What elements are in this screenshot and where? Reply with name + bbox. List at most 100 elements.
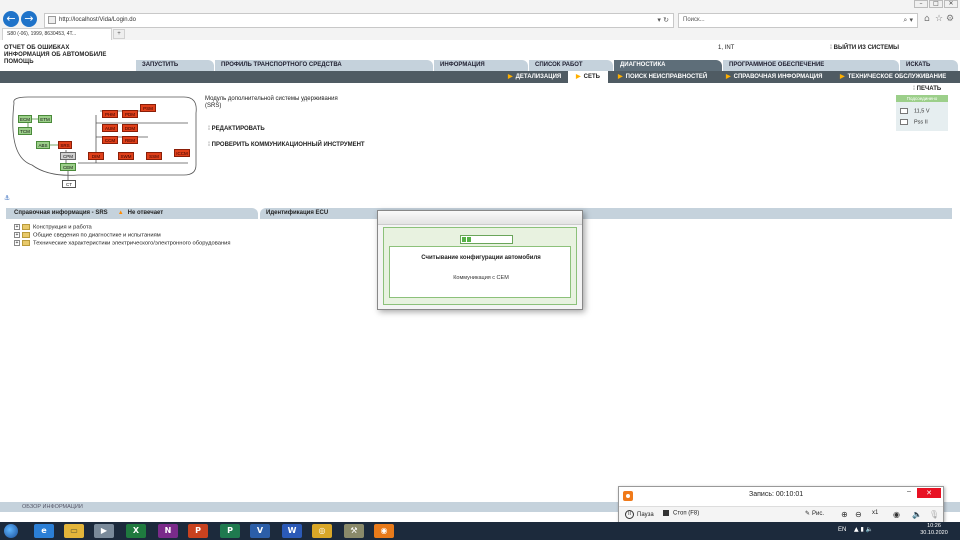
- media-icon[interactable]: ▶: [94, 524, 114, 538]
- etm-node[interactable]: ETM: [38, 115, 52, 123]
- speaker-icon[interactable]: 🔈: [912, 510, 922, 519]
- powerpoint-icon[interactable]: P: [188, 524, 208, 538]
- recorder-minimize-button[interactable]: –: [903, 488, 915, 497]
- tree-item[interactable]: + Общие сведения по диагностике и испытан…: [14, 232, 161, 239]
- tcm-node[interactable]: TCM: [18, 127, 32, 135]
- stop-button[interactable]: Стоп (F8): [663, 510, 699, 517]
- expand-icon[interactable]: +: [14, 232, 20, 238]
- user-label: 1, INT: [718, 45, 735, 51]
- clock[interactable]: 10:26 30.10.2020: [912, 523, 956, 537]
- clock-date: 30.10.2020: [920, 530, 948, 536]
- phm-node[interactable]: PHM: [102, 110, 118, 118]
- psm-node[interactable]: PSM: [140, 104, 156, 112]
- expand-icon[interactable]: +: [14, 224, 20, 230]
- ssm-node[interactable]: SSM: [146, 152, 162, 160]
- ccm-node[interactable]: CCM: [102, 136, 118, 144]
- ddm-node[interactable]: DDM: [122, 124, 138, 132]
- voltage-row: 11,5 V: [900, 108, 930, 114]
- verify-tool-link[interactable]: ⁞ ПРОВЕРИТЬ КОММУНИКАЦИОННЫЙ ИНСТРУМЕНТ: [208, 142, 365, 148]
- chrome-icon[interactable]: ◎: [312, 524, 332, 538]
- main-nav: ЗАПУСТИТЬ ПРОФИЛЬ ТРАНСПОРТНОГО СРЕДСТВА…: [0, 60, 960, 71]
- ct-node[interactable]: CT: [62, 180, 76, 188]
- rem-node[interactable]: REM: [122, 136, 138, 144]
- close-window-button[interactable]: ✕: [944, 0, 958, 8]
- favorites-icon[interactable]: ☆: [935, 14, 943, 24]
- microphone-icon[interactable]: 🎙: [929, 510, 939, 519]
- search-input[interactable]: Поиск... ⌕ ▾: [678, 13, 918, 28]
- language-indicator[interactable]: EN: [838, 527, 846, 533]
- swm-node[interactable]: SWM: [118, 152, 134, 160]
- tab-diagnostics[interactable]: ДИАГНОСТИКА: [614, 60, 722, 71]
- vehicle-info-link[interactable]: ИНФОРМАЦИЯ ОБ АВТОМОБИЛЕ: [4, 52, 107, 59]
- srs-node[interactable]: SRS: [58, 141, 72, 149]
- cpm-node[interactable]: CPM: [60, 152, 76, 160]
- logout-link[interactable]: ⁞ ВЫЙТИ ИЗ СИСТЕМЫ: [830, 45, 899, 51]
- zoom-out-icon[interactable]: ⊖: [855, 510, 862, 519]
- dim-node[interactable]: DIM: [88, 152, 104, 160]
- ecm-node[interactable]: ECM: [18, 115, 32, 123]
- print-link[interactable]: ⁞ ПЕЧАТЬ: [913, 86, 941, 92]
- webcam-icon[interactable]: ◉: [893, 510, 900, 519]
- recorder-close-button[interactable]: ✕: [917, 488, 941, 498]
- edit-label: РЕДАКТИРОВАТЬ: [211, 126, 265, 132]
- tree-item[interactable]: + Конструкция и работа: [14, 224, 92, 231]
- expand-icon[interactable]: +: [14, 240, 20, 246]
- maximize-button[interactable]: □: [929, 0, 943, 8]
- tray-icons[interactable]: ▲ ▮ 🔈: [854, 526, 873, 533]
- subtab-details[interactable]: ▶ ДЕТАЛИЗАЦИЯ: [500, 71, 561, 83]
- iccm-node[interactable]: ICCM: [174, 149, 190, 157]
- onenote-icon[interactable]: N: [158, 524, 178, 538]
- pen-icon: ✎: [805, 510, 811, 517]
- tab-work-list[interactable]: СПИСОК РАБОТ: [529, 60, 613, 71]
- pause-button[interactable]: II Пауза: [625, 510, 654, 519]
- anchor-icon[interactable]: ⚓: [4, 194, 10, 202]
- dialog-title: Считывание конфигурации автомобиля: [421, 255, 541, 261]
- tree-item[interactable]: + Технические характеристики электрическо…: [14, 240, 231, 247]
- browser-tab[interactable]: S80 (-06), 1999, 8630453, 4T...: [2, 28, 112, 40]
- folder-icon: [22, 232, 30, 238]
- tab-start[interactable]: ЗАПУСТИТЬ: [136, 60, 214, 71]
- excel-icon[interactable]: X: [126, 524, 146, 538]
- draw-button[interactable]: ✎ Рис.: [805, 510, 824, 517]
- subtab-reference[interactable]: ▶ СПРАВОЧНАЯ ИНФОРМАЦИЯ: [718, 71, 823, 83]
- cem-node[interactable]: CEM: [60, 163, 76, 171]
- info-overview-bar[interactable]: ОБЗОР ИНФОРМАЦИИ: [0, 502, 620, 512]
- tab-strip: [0, 28, 960, 40]
- subtab-maintenance-label: ТЕХНИЧЕСКОЕ ОБСЛУЖИВАНИЕ: [847, 74, 947, 80]
- aum-node[interactable]: AUM: [102, 124, 118, 132]
- tab-vehicle-profile[interactable]: ПРОФИЛЬ ТРАНСПОРТНОГО СРЕДСТВА: [215, 60, 433, 71]
- explorer-icon[interactable]: ▭: [64, 524, 84, 538]
- pdm-node[interactable]: PDM: [122, 110, 138, 118]
- subtab-troubleshooting[interactable]: ▶ ПОИСК НЕИСПРАВНОСТЕЙ: [610, 71, 707, 83]
- stop-label: Стоп (F8): [673, 510, 700, 517]
- refresh-icon[interactable]: ▾ ↻: [657, 14, 669, 27]
- word-icon[interactable]: W: [282, 524, 302, 538]
- verify-label: ПРОВЕРИТЬ КОММУНИКАЦИОННЫЙ ИНСТРУМЕНТ: [211, 142, 365, 148]
- abs-node[interactable]: ABS: [36, 141, 50, 149]
- subtab-maintenance[interactable]: ▶ ТЕХНИЧЕСКОЕ ОБСЛУЖИВАНИЕ: [832, 71, 946, 83]
- tab-search[interactable]: ИСКАТЬ: [900, 60, 958, 71]
- reference-panel-header: Справочная информация - SRS ▲ Не отвечает: [6, 208, 258, 219]
- tab-information[interactable]: ИНФОРМАЦИЯ: [434, 60, 528, 71]
- back-button[interactable]: ←: [3, 11, 19, 27]
- address-bar[interactable]: http://localhost/Vida/Login.do ▾ ↻: [44, 13, 674, 28]
- search-icon[interactable]: ⌕ ▾: [903, 14, 913, 27]
- visio-icon[interactable]: V: [250, 524, 270, 538]
- tab-software[interactable]: ПРОГРАММНОЕ ОБЕСПЕЧЕНИЕ: [723, 60, 899, 71]
- subtab-network[interactable]: ▶ СЕТЬ: [568, 71, 608, 83]
- tools-icon[interactable]: ⚒: [344, 524, 364, 538]
- arrow-icon: ▶: [618, 74, 623, 80]
- new-tab-button[interactable]: +: [113, 29, 125, 39]
- start-button[interactable]: [4, 524, 18, 538]
- publisher-icon[interactable]: P: [220, 524, 240, 538]
- edit-link[interactable]: ⁞ РЕДАКТИРОВАТЬ: [208, 126, 265, 132]
- forward-button[interactable]: →: [21, 11, 37, 27]
- error-report-link[interactable]: ОТЧЕТ ОБ ОШИБКАХ: [4, 45, 107, 52]
- minimize-button[interactable]: –: [914, 0, 928, 8]
- recorder-taskbar-icon[interactable]: ◉: [374, 524, 394, 538]
- zoom-in-icon[interactable]: ⊕: [841, 510, 848, 519]
- home-icon[interactable]: ⌂: [924, 14, 930, 24]
- settings-icon[interactable]: ⚙: [946, 14, 954, 24]
- ie-icon[interactable]: e: [34, 524, 54, 538]
- browser-tab-title: S80 (-06), 1999, 8630453, 4T...: [7, 31, 77, 37]
